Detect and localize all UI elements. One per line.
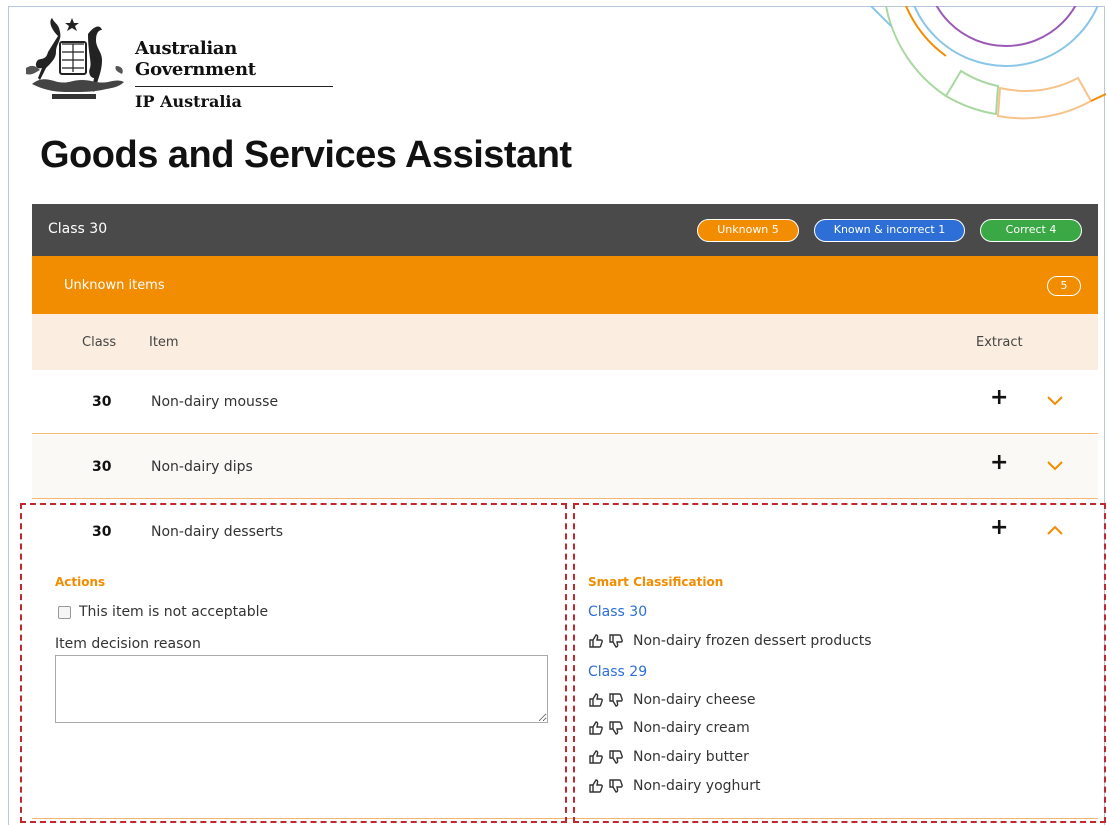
gov-rule — [135, 86, 333, 87]
gov-wordmark: Australian Government IP Australia — [135, 38, 342, 111]
known-incorrect-filter-pill[interactable]: Known & incorrect 1 — [814, 219, 965, 242]
row-class: 30 — [92, 459, 112, 475]
agency-name: IP Australia — [135, 92, 242, 111]
annotation-box-smart-classification — [573, 503, 1106, 823]
chevron-down-icon[interactable] — [1046, 394, 1064, 408]
table-row[interactable]: 30 Non-dairy mousse + — [32, 370, 1098, 434]
coat-of-arms-icon — [26, 18, 124, 99]
gov-name: Australian Government — [135, 38, 256, 80]
column-header-extract: Extract — [976, 335, 1023, 350]
class-header-bar: Class 30 Unknown 5 Known & incorrect 1 C… — [32, 204, 1098, 256]
correct-filter-pill[interactable]: Correct 4 — [980, 219, 1082, 242]
row-item: Non-dairy dips — [151, 459, 253, 475]
row-class: 30 — [92, 394, 112, 410]
table-row[interactable]: 30 Non-dairy dips + — [32, 435, 1098, 499]
annotation-box-actions — [20, 503, 567, 823]
plus-icon[interactable]: + — [990, 387, 1008, 409]
chevron-down-icon[interactable] — [1046, 459, 1064, 473]
table-header: Class Item Extract — [32, 314, 1098, 370]
class-title: Class 30 — [48, 221, 108, 237]
unknown-items-section-header[interactable]: Unknown items 5 — [32, 256, 1098, 314]
column-header-item: Item — [149, 335, 179, 350]
page-title: Goods and Services Assistant — [40, 134, 572, 176]
column-header-class: Class — [82, 335, 117, 350]
decorative-arcs — [870, 6, 1106, 120]
government-logo: Australian Government IP Australia — [22, 14, 342, 111]
unknown-items-title: Unknown items — [64, 278, 165, 293]
unknown-count-badge: 5 — [1047, 276, 1081, 296]
row-item: Non-dairy mousse — [151, 394, 279, 410]
plus-icon[interactable]: + — [990, 452, 1008, 474]
unknown-filter-pill[interactable]: Unknown 5 — [697, 219, 799, 242]
